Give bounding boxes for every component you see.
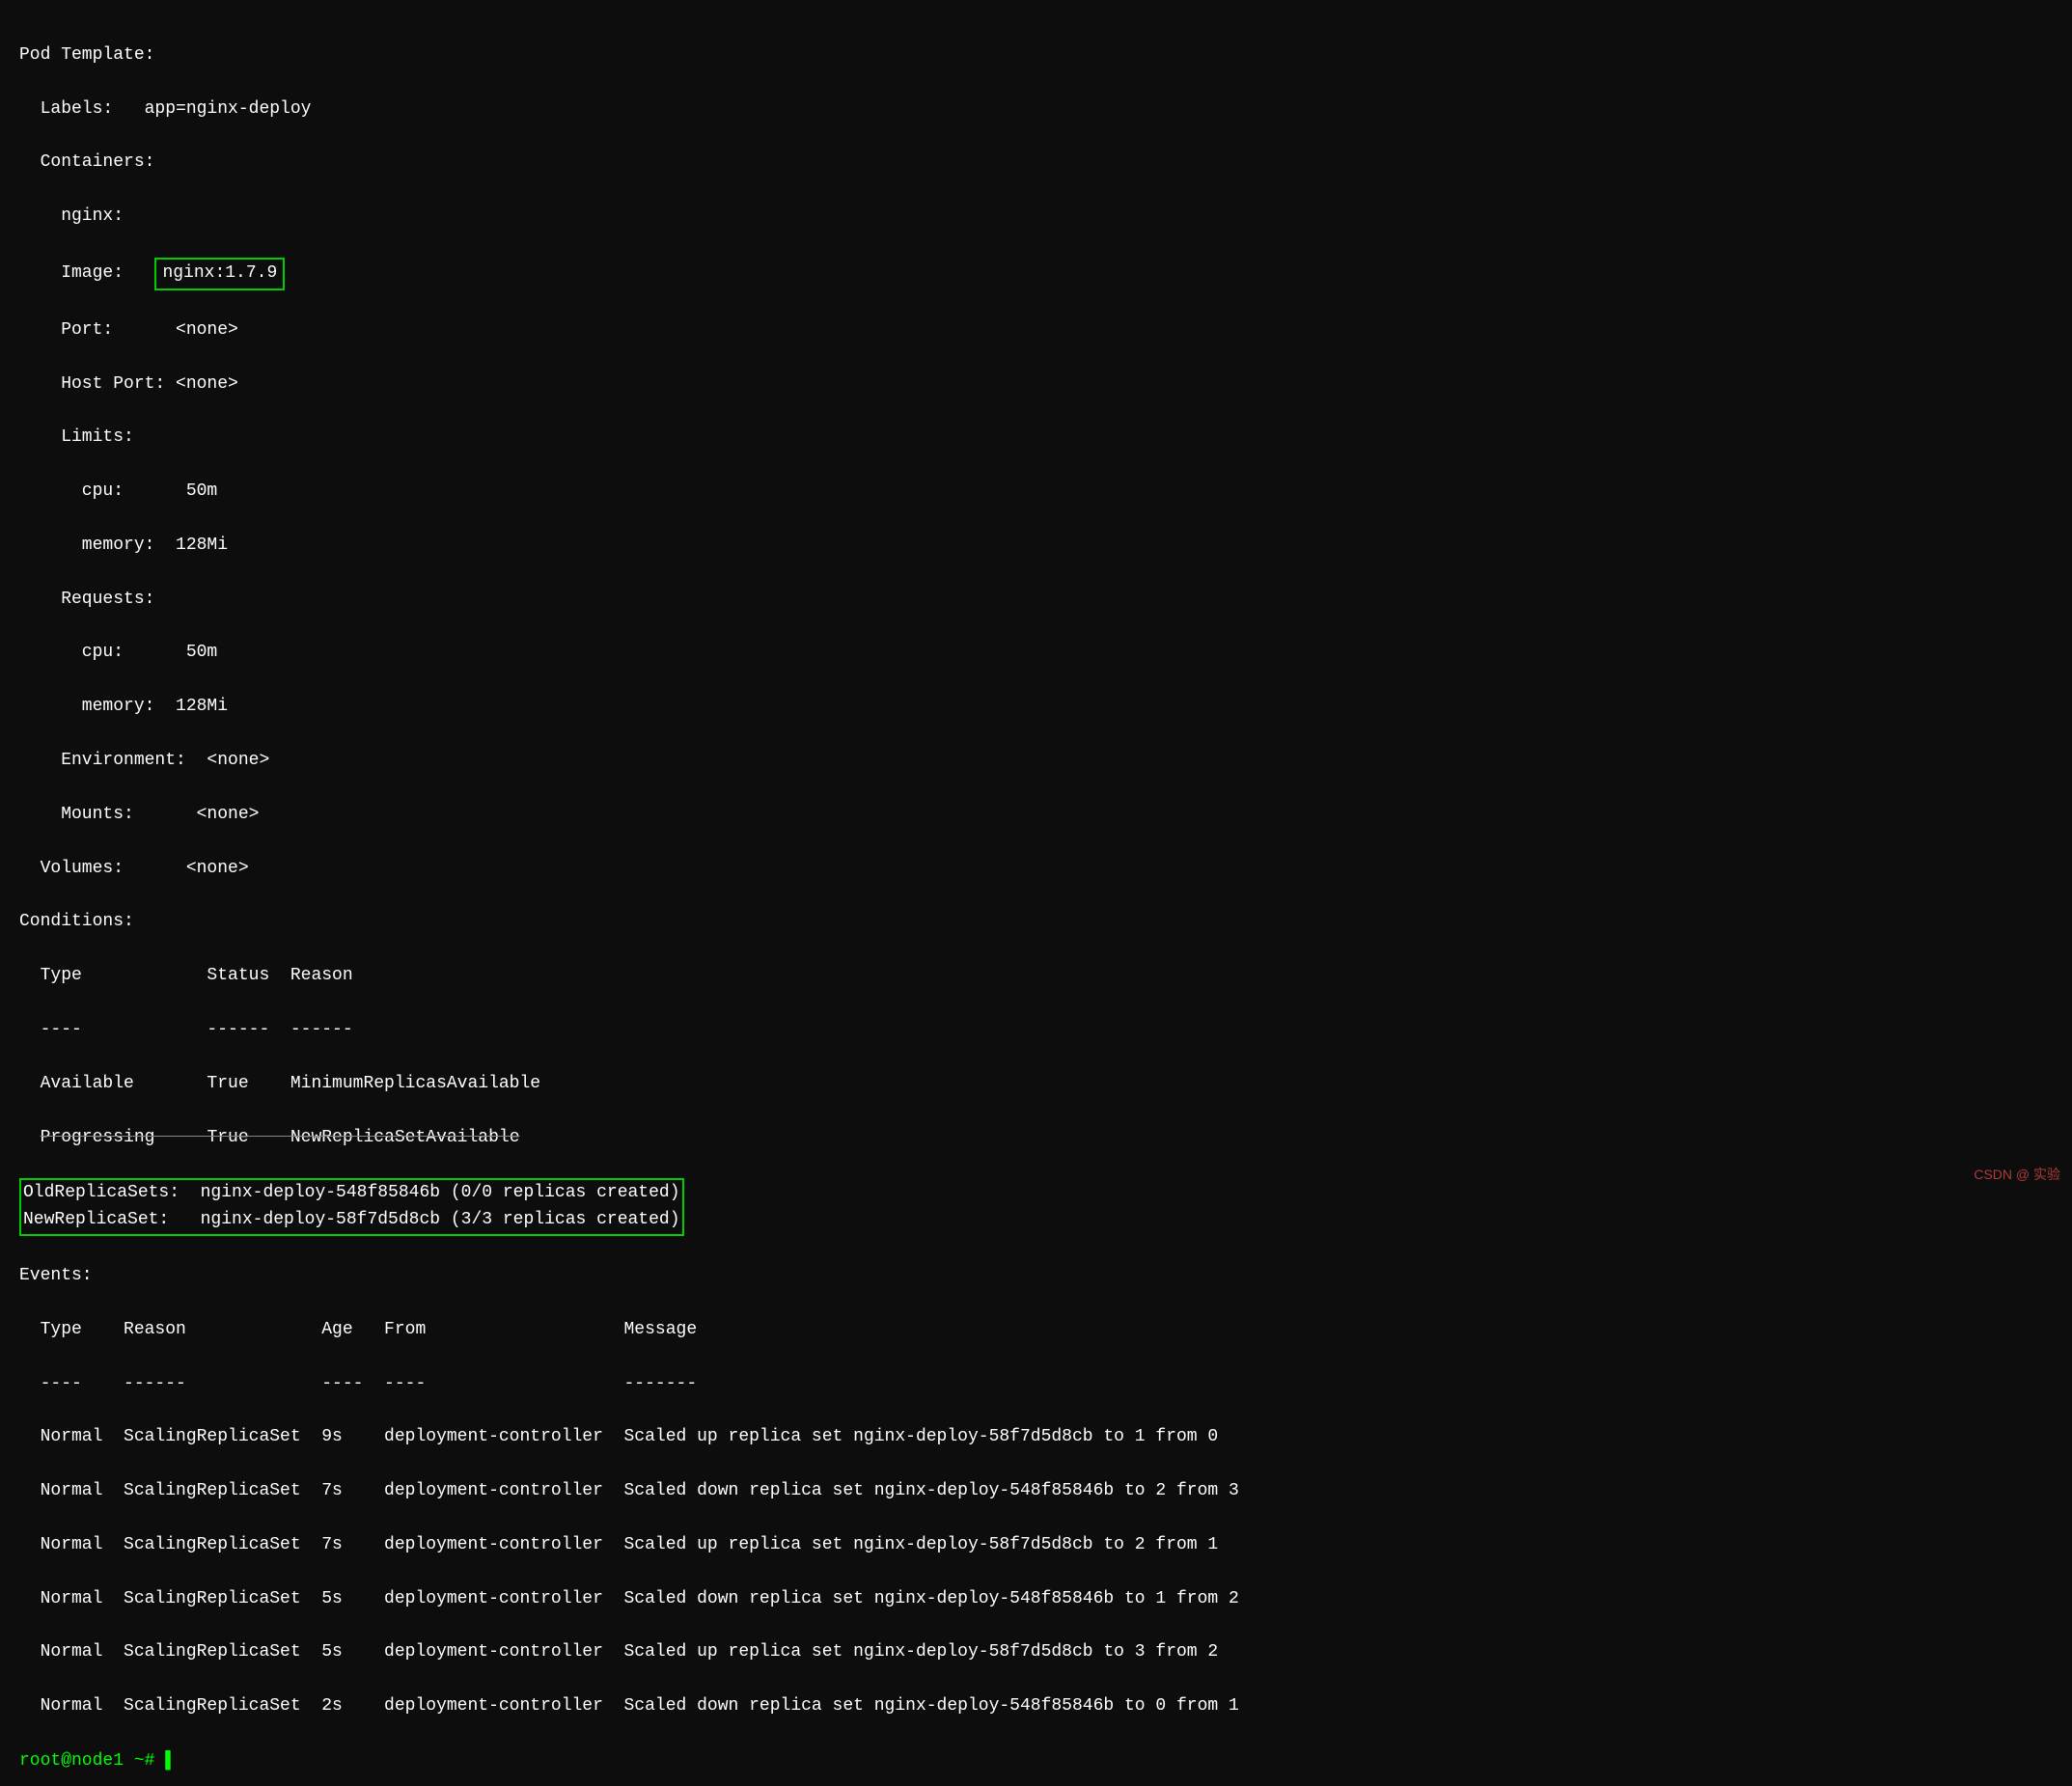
req-memory-line: memory: 128Mi: [19, 694, 2053, 721]
old-replica-text: OldReplicaSets: nginx-deploy-548f85846b …: [23, 1183, 680, 1202]
progressing-line: Progressing True NewReplicaSetAvailable: [19, 1125, 2053, 1152]
event-row-4: Normal ScalingReplicaSet 5s deployment-c…: [19, 1586, 2053, 1613]
environment-text: Environment: <none>: [19, 751, 269, 770]
cond-header-line: Type Status Reason: [19, 963, 2053, 990]
ev-header-text: Type Reason Age From Message: [19, 1320, 697, 1339]
events-text: Events:: [19, 1266, 93, 1285]
events-line: Events:: [19, 1263, 2053, 1290]
port-line: Port: <none>: [19, 317, 2053, 344]
volumes-line: Volumes: <none>: [19, 856, 2053, 883]
progressing-text: Progressing True NewReplicaSetAvailable: [41, 1128, 520, 1147]
volumes-text: Volumes: <none>: [19, 859, 249, 878]
host-port-line: Host Port: <none>: [19, 371, 2053, 398]
event-row-6: Normal ScalingReplicaSet 2s deployment-c…: [19, 1693, 2053, 1720]
ev-header-line: Type Reason Age From Message: [19, 1317, 2053, 1344]
mounts-line: Mounts: <none>: [19, 802, 2053, 829]
event-row-1: Normal ScalingReplicaSet 9s deployment-c…: [19, 1424, 2053, 1451]
nginx-text: nginx:: [19, 206, 124, 226]
available-text: Available True MinimumReplicasAvailable: [19, 1074, 540, 1093]
memory-line: memory: 128Mi: [19, 533, 2053, 560]
image-line: Image: nginx:1.7.9: [19, 258, 2053, 290]
requests-line: Requests:: [19, 587, 2053, 614]
ev-sep-line: ---- ------ ---- ---- -------: [19, 1371, 2053, 1398]
event-row-3: Normal ScalingReplicaSet 7s deployment-c…: [19, 1532, 2053, 1559]
conditions-line: Conditions:: [19, 909, 2053, 936]
event-row-5: Normal ScalingReplicaSet 5s deployment-c…: [19, 1639, 2053, 1666]
containers-line: Containers:: [19, 150, 2053, 177]
requests-text: Requests:: [19, 590, 154, 609]
nginx-line: nginx:: [19, 204, 2053, 231]
mounts-text: Mounts: <none>: [19, 805, 259, 824]
cond-sep-text: ---- ------ ------: [19, 1020, 353, 1039]
pod-template-text: Pod Template:: [19, 45, 154, 65]
req-cpu-text: cpu: 50m: [19, 643, 217, 662]
memory-text: memory: 128Mi: [19, 536, 228, 555]
port-text: Port: <none>: [19, 320, 238, 340]
replica-sets-box: OldReplicaSets: nginx-deploy-548f85846b …: [19, 1178, 684, 1236]
event-row-2: Normal ScalingReplicaSet 7s deployment-c…: [19, 1478, 2053, 1505]
limits-text: Limits:: [19, 427, 134, 447]
host-port-text: Host Port: <none>: [19, 374, 238, 394]
req-memory-text: memory: 128Mi: [19, 697, 228, 716]
watermark: CSDN @ 实验: [1974, 1165, 2060, 1184]
replica-sets-block: OldReplicaSets: nginx-deploy-548f85846b …: [19, 1178, 2053, 1236]
prompt-user-host: root@node1: [19, 1751, 124, 1771]
prompt-suffix: ~#: [124, 1751, 154, 1771]
limits-line: Limits:: [19, 425, 2053, 452]
cond-header-text: Type Status Reason: [19, 966, 353, 985]
cursor: ▌: [154, 1751, 176, 1771]
pod-template-line: Pod Template:: [19, 42, 2053, 69]
req-cpu-line: cpu: 50m: [19, 640, 2053, 667]
cpu-text: cpu: 50m: [19, 481, 217, 501]
terminal-output: Pod Template: Labels: app=nginx-deploy C…: [19, 15, 2053, 1747]
available-line: Available True MinimumReplicasAvailable: [19, 1071, 2053, 1098]
labels-text: Labels: app=nginx-deploy: [19, 99, 311, 119]
containers-text: Containers:: [19, 152, 154, 172]
cpu-line: cpu: 50m: [19, 479, 2053, 506]
image-value-box: nginx:1.7.9: [154, 258, 285, 290]
ev-sep-text: ---- ------ ---- ---- -------: [19, 1374, 697, 1393]
terminal-prompt[interactable]: root@node1 ~# ▌: [19, 1751, 2053, 1771]
conditions-text: Conditions:: [19, 912, 134, 931]
cond-sep-line: ---- ------ ------: [19, 1017, 2053, 1044]
labels-line: Labels: app=nginx-deploy: [19, 96, 2053, 124]
environment-line: Environment: <none>: [19, 748, 2053, 775]
new-replica-text: NewReplicaSet: nginx-deploy-58f7d5d8cb (…: [23, 1210, 680, 1229]
